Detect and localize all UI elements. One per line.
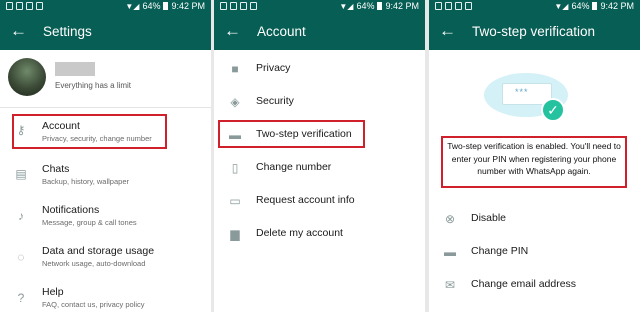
notification-icons [220,2,257,10]
pin-stars: *** [515,87,529,97]
profile-status: Everything has a limit [55,81,132,90]
checkmark-icon: ✓ [541,98,565,122]
page-title: Settings [43,24,92,39]
two-step-screen: ▼◢ 64% 9:42 PM ← Two-step verification ***… [429,0,640,312]
clock: 9:42 PM [600,1,634,11]
signal-icon: ▼◢ [554,1,569,11]
trash-icon: ▆ [230,227,240,241]
back-arrow-icon[interactable]: ← [10,21,27,41]
account-item-change-number[interactable]: ▯ Change number [214,157,425,179]
settings-item-label: Help [42,286,64,298]
battery-percent: 64% [571,1,590,11]
account-item-label: Request account info [256,194,355,206]
settings-item-label: Chats [42,163,70,175]
clock: 9:42 PM [385,1,419,11]
two-step-item-change-email[interactable]: ✉ Change email address [429,274,640,296]
settings-screen: ▼◢ 64% 9:42 PM ← Settings Everything has a… [0,0,211,312]
status-bar: ▼◢ 64% 9:42 PM [0,0,211,14]
lock-icon: ■ [231,62,239,76]
highlight-box [12,114,167,149]
avatar[interactable] [8,58,46,96]
battery-icon [163,2,169,10]
account-item-label: Security [256,95,294,107]
battery-percent: 64% [142,1,161,11]
account-item-security[interactable]: ◈ Security [214,91,425,113]
back-arrow-icon[interactable]: ← [224,21,241,41]
envelope-icon: ✉ [444,278,456,292]
page-title: Two-step verification [472,24,596,39]
account-item-label: Change number [256,161,332,173]
status-bar: ▼◢ 64% 9:42 PM [214,0,425,14]
chat-icon: ▤ [15,167,27,181]
battery-percent: 64% [356,1,375,11]
profile-name-redacted [55,62,95,76]
account-item-request-info[interactable]: ▭ Request account info [214,190,425,212]
phone-swap-icon: ▯ [231,161,239,175]
settings-item-subtitle: Backup, history, wallpaper [42,177,129,186]
settings-item-help[interactable]: ? Help FAQ, contact us, privacy policy [0,284,211,312]
clock: 9:42 PM [171,1,205,11]
app-bar: ← Two-step verification [429,14,640,50]
page-title: Account [257,24,306,39]
settings-item-label: Notifications [42,204,100,216]
bell-icon: ♪ [18,209,24,223]
pin-dots-icon: ▬ [444,245,456,259]
highlight-box [218,120,365,148]
help-icon: ? [17,291,25,305]
signal-icon: ▼◢ [125,1,140,11]
notification-icons [435,2,472,10]
app-bar: ← Settings [0,14,211,50]
signal-icon: ▼◢ [339,1,354,11]
account-item-privacy[interactable]: ■ Privacy [214,58,425,80]
cancel-circle-icon: ⊗ [444,212,456,226]
settings-item-chats[interactable]: ▤ Chats Backup, history, wallpaper [0,160,211,190]
notification-icons [6,2,43,10]
settings-item-subtitle: FAQ, contact us, privacy policy [42,300,145,309]
two-step-item-label: Change email address [471,278,577,290]
two-step-item-disable[interactable]: ⊗ Disable [429,208,640,230]
settings-item-data-storage[interactable]: ◌ Data and storage usage Network usage, … [0,243,211,273]
account-item-delete[interactable]: ▆ Delete my account [214,223,425,245]
settings-item-subtitle: Network usage, auto-download [42,259,146,268]
two-step-item-change-pin[interactable]: ▬ Change PIN [429,241,640,263]
account-screen: ▼◢ 64% 9:42 PM ← Account ■ Privacy ◈ Secur… [214,0,425,312]
account-item-label: Delete my account [256,227,343,239]
enabled-message: Two-step verification is enabled. You'll… [441,136,627,188]
account-item-label: Privacy [256,62,291,74]
settings-item-notifications[interactable]: ♪ Notifications Message, group & call to… [0,202,211,232]
shield-icon: ◈ [230,95,240,109]
back-arrow-icon[interactable]: ← [439,21,456,41]
settings-item-subtitle: Message, group & call tones [42,218,137,227]
battery-icon [377,2,383,10]
document-icon: ▭ [229,194,241,208]
divider [0,107,211,108]
status-bar: ▼◢ 64% 9:42 PM [429,0,640,14]
two-step-item-label: Disable [471,212,507,224]
two-step-item-label: Change PIN [471,245,529,257]
settings-item-label: Data and storage usage [42,245,155,257]
data-usage-icon: ◌ [17,250,25,264]
battery-icon [592,2,598,10]
app-bar: ← Account [214,14,425,50]
